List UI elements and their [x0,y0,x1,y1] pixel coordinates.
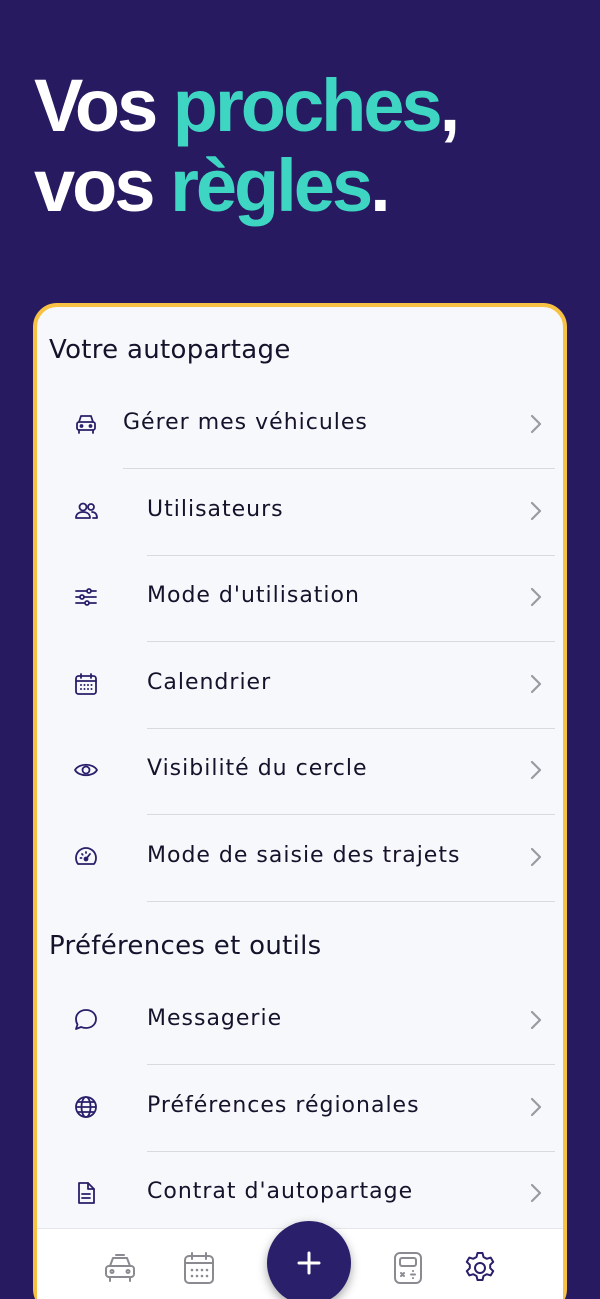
chevron-right-icon [529,759,543,781]
tab-vehicles[interactable] [101,1249,139,1287]
speedometer-icon [73,844,99,870]
menu-item-label: Visibilité du cercle [147,756,368,781]
section-title-autopartage: Votre autopartage [49,335,291,365]
settings-card: Votre autopartage Gérer mes véhicules Ut… [33,303,567,1299]
hero-punct: , [439,64,460,147]
chevron-right-icon [529,1096,543,1118]
menu-item-label: Calendrier [147,670,272,695]
chevron-right-icon [529,586,543,608]
section-title-preferences: Préférences et outils [49,931,322,961]
hero-accent-text: proches [172,64,443,147]
calendar-icon [73,671,99,697]
hero-text: Vos [34,64,173,147]
menu-item-label: Utilisateurs [147,497,284,522]
hero-accent-text: règles [170,144,373,227]
chevron-right-icon [529,500,543,522]
tab-settings[interactable] [461,1249,499,1287]
tab-calculator[interactable] [389,1249,427,1287]
users-icon [73,498,99,524]
divider [147,1063,555,1065]
divider [147,900,555,902]
hero-heading: Vos proches, vos règles. [34,64,460,226]
menu-item-saisie-trajets[interactable]: Mode de saisie des trajets [37,816,563,902]
calendar-icon [184,1252,214,1284]
divider [123,467,555,469]
chevron-right-icon [529,1009,543,1031]
calculator-icon [394,1252,422,1284]
plus-icon [297,1251,321,1275]
menu-item-label: Mode de saisie des trajets [147,843,461,868]
hero-punct: . [370,144,390,227]
tab-calendar[interactable] [180,1249,218,1287]
chevron-right-icon [529,1182,543,1204]
menu-item-label: Contrat d'autopartage [147,1179,414,1204]
menu-item-label: Mode d'utilisation [147,583,360,608]
menu-item-label: Messagerie [147,1006,283,1031]
chevron-right-icon [529,673,543,695]
menu-item-utilisateurs[interactable]: Utilisateurs [37,470,563,556]
car-icon [105,1254,135,1282]
divider [147,813,555,815]
chevron-right-icon [529,413,543,435]
eye-icon [73,757,99,783]
menu-item-label: Gérer mes véhicules [123,410,368,435]
document-icon [73,1180,99,1206]
divider [147,640,555,642]
chat-icon [73,1007,99,1033]
car-icon [73,411,99,437]
hero-line-2: vos règles. [34,146,457,226]
hero-text: vos [34,144,171,227]
globe-icon [73,1094,99,1120]
chevron-right-icon [529,846,543,868]
add-button[interactable] [267,1221,351,1299]
menu-item-messagerie[interactable]: Messagerie [37,979,563,1065]
hero-line-1: Vos proches, [34,64,460,147]
menu-item-visibilite[interactable]: Visibilité du cercle [37,729,563,815]
gear-icon [465,1252,495,1281]
menu-item-label: Préférences régionales [147,1093,420,1118]
sliders-icon [73,584,99,610]
menu-item-preferences-regionales[interactable]: Préférences régionales [37,1066,563,1152]
menu-item-vehicules[interactable]: Gérer mes véhicules [37,383,563,469]
menu-item-mode-utilisation[interactable]: Mode d'utilisation [37,556,563,642]
menu-item-calendrier[interactable]: Calendrier [37,643,563,729]
